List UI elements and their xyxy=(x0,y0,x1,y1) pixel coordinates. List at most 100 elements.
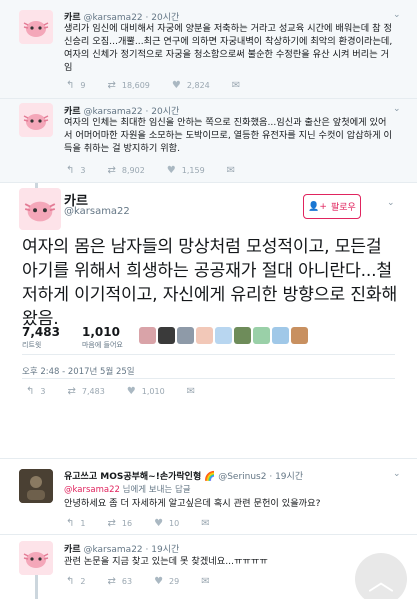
liker-avatar[interactable] xyxy=(290,327,308,344)
author-handle[interactable]: @karsama22 xyxy=(83,545,142,555)
tweet-stats: 7,483 리트윗 1,010 마음에 들어요 xyxy=(22,325,310,350)
avatar[interactable] xyxy=(19,541,53,575)
liker-avatar[interactable] xyxy=(195,327,213,344)
retweet-count: 18,609 xyxy=(121,81,150,90)
retweet-button[interactable]: ⇄ 16 xyxy=(107,518,132,529)
like-count: 2,824 xyxy=(186,81,210,90)
user-avatar-icon xyxy=(19,469,53,503)
axolotl-avatar-icon xyxy=(19,541,53,575)
dm-icon: ✉ xyxy=(226,165,236,176)
dm-button[interactable]: ✉ xyxy=(232,80,246,91)
tweet-actions: ↰ 3 ⇄ 7,483 ♥ 1,010 ✉ xyxy=(26,386,223,397)
author-name[interactable]: 카르 xyxy=(64,545,81,555)
liker-avatar[interactable] xyxy=(252,327,270,344)
like-total: 1,010 xyxy=(81,325,120,339)
reply-button[interactable]: ↰ 3 xyxy=(26,386,45,397)
reply-count: 2 xyxy=(80,577,86,586)
chevron-down-icon[interactable]: ⌄ xyxy=(393,10,401,20)
liker-avatar[interactable] xyxy=(233,327,251,344)
liker-avatar[interactable] xyxy=(271,327,289,344)
retweet-stat[interactable]: 7,483 리트윗 xyxy=(22,325,60,350)
reply-tweet[interactable]: 카르 @karsama22 · 19시간 관련 논문을 지금 찾고 있는데 못 … xyxy=(0,535,417,599)
retweet-label: 리트윗 xyxy=(22,341,42,349)
dm-icon: ✉ xyxy=(186,386,196,397)
reply-count: 9 xyxy=(80,81,86,90)
dm-icon: ✉ xyxy=(231,80,241,91)
thread-tweet[interactable]: 카르 @karsama22 · 20시간 ⌄ 생리가 임신에 대비해서 자궁에 … xyxy=(0,0,417,98)
dm-button[interactable]: ✉ xyxy=(201,576,215,587)
follow-user-icon: 👤+ xyxy=(308,201,327,212)
like-button[interactable]: ♥ 1,159 xyxy=(167,165,205,176)
axolotl-avatar-icon xyxy=(19,188,61,230)
reply-to-suffix: 님에게 보내는 답글 xyxy=(119,485,191,495)
like-button[interactable]: ♥ 2,824 xyxy=(172,80,210,91)
liker-avatar[interactable] xyxy=(214,327,232,344)
like-button[interactable]: ♥ 10 xyxy=(154,518,179,529)
tweet-header: 유고쓰고 MOS공부해~!손가락인형 🌈 @Serinus2 · 19시간 xyxy=(64,469,303,482)
chevron-down-icon[interactable]: ⌄ xyxy=(393,104,401,114)
reply-count: 1 xyxy=(80,519,86,528)
retweet-button[interactable]: ⇄ 8,902 xyxy=(107,165,144,176)
author-name[interactable]: 유고쓰고 MOS공부해~!손가락인형 xyxy=(64,472,201,482)
follow-label: 팔로우 xyxy=(330,203,356,213)
reply-button[interactable]: ↰ 1 xyxy=(66,518,85,529)
avatar[interactable] xyxy=(19,188,61,230)
reply-button[interactable]: ↰ 9 xyxy=(66,80,85,91)
chevron-down-icon[interactable]: ⌄ xyxy=(393,469,401,479)
reply-button[interactable]: ↰ 3 xyxy=(66,165,85,176)
reply-icon: ↰ xyxy=(66,576,75,587)
dm-button[interactable]: ✉ xyxy=(227,165,241,176)
liker-avatar[interactable] xyxy=(138,327,156,344)
reply-count: 3 xyxy=(80,166,86,175)
tweet-text: 여자의 인체는 최대한 임신을 안하는 쪽으로 진화했음...임신과 출산은 앞… xyxy=(64,117,392,154)
heart-icon: ♥ xyxy=(154,576,164,587)
liker-avatar[interactable] xyxy=(176,327,194,344)
dm-button[interactable]: ✉ xyxy=(201,518,215,529)
main-author-handle[interactable]: @karsama22 xyxy=(64,206,130,217)
like-button[interactable]: ♥ 29 xyxy=(154,576,179,587)
dm-icon: ✉ xyxy=(201,576,210,587)
tweet-time[interactable]: · 19시간 xyxy=(146,545,180,555)
avatar[interactable] xyxy=(19,103,53,137)
reply-count: 3 xyxy=(40,387,46,396)
heart-icon: ♥ xyxy=(166,165,176,176)
retweet-button[interactable]: ⇄ 18,609 xyxy=(107,80,149,91)
chevron-down-icon[interactable]: ⌄ xyxy=(387,198,395,208)
tweet-actions: ↰ 9 ⇄ 18,609 ♥ 2,824 ✉ xyxy=(66,80,268,91)
follow-button[interactable]: 👤+ 팔로우 xyxy=(303,194,361,219)
tweet-actions: ↰ 2 ⇄ 63 ♥ 29 ✉ xyxy=(66,576,238,587)
retweet-button[interactable]: ⇄ 63 xyxy=(107,576,132,587)
like-stat[interactable]: 1,010 마음에 들어요 xyxy=(82,325,123,350)
rainbow-emoji-icon: 🌈 xyxy=(204,472,216,482)
like-count: 1,010 xyxy=(141,387,165,396)
reply-to-handle[interactable]: @karsama22 xyxy=(64,485,120,495)
retweet-count: 16 xyxy=(121,519,133,528)
reply-button[interactable]: ↰ 2 xyxy=(66,576,85,587)
replying-to: @karsama22 님에게 보내는 답글 xyxy=(64,483,191,495)
liker-avatar[interactable] xyxy=(157,327,175,344)
author-handle[interactable]: @Serinus2 xyxy=(218,472,266,482)
tweet-time[interactable]: · 19시간 xyxy=(269,472,303,482)
divider xyxy=(22,378,395,379)
tweet-text: 안녕하세요 좀 더 자세하게 알고싶은데 혹시 관련 문헌이 있을까요? xyxy=(64,498,321,509)
chevron-up-icon: ︿ xyxy=(367,566,394,597)
thread-tweet[interactable]: 카르 @karsama22 · 20시간 ⌄ 여자의 인체는 최대한 임신을 안… xyxy=(0,99,417,182)
retweet-icon: ⇄ xyxy=(107,80,116,91)
divider xyxy=(0,182,417,183)
like-count: 10 xyxy=(169,519,180,528)
tweet-date: 오후 2:48 - 2017년 5월 25일 xyxy=(22,367,135,377)
scroll-to-top-button[interactable]: ︿ xyxy=(355,553,407,599)
avatar[interactable] xyxy=(19,469,53,503)
reply-icon: ↰ xyxy=(66,80,75,91)
reply-icon: ↰ xyxy=(66,165,75,176)
avatar[interactable] xyxy=(19,10,53,44)
dm-button[interactable]: ✉ xyxy=(187,386,201,397)
main-tweet-text: 여자의 몸은 남자들의 망상처럼 모성적이고, 모든걸 아기를 위해서 희생하는… xyxy=(22,237,398,329)
tweet-actions: ↰ 1 ⇄ 16 ♥ 10 ✉ xyxy=(66,518,238,529)
retweet-icon: ⇄ xyxy=(107,518,116,529)
like-button[interactable]: ♥ 1,010 xyxy=(127,386,165,397)
reply-tweet[interactable]: 유고쓰고 MOS공부해~!손가락인형 🌈 @Serinus2 · 19시간 ⌄ … xyxy=(0,459,417,534)
retweet-icon: ⇄ xyxy=(107,165,116,176)
heart-icon: ♥ xyxy=(171,80,181,91)
retweet-button[interactable]: ⇄ 7,483 xyxy=(67,386,104,397)
